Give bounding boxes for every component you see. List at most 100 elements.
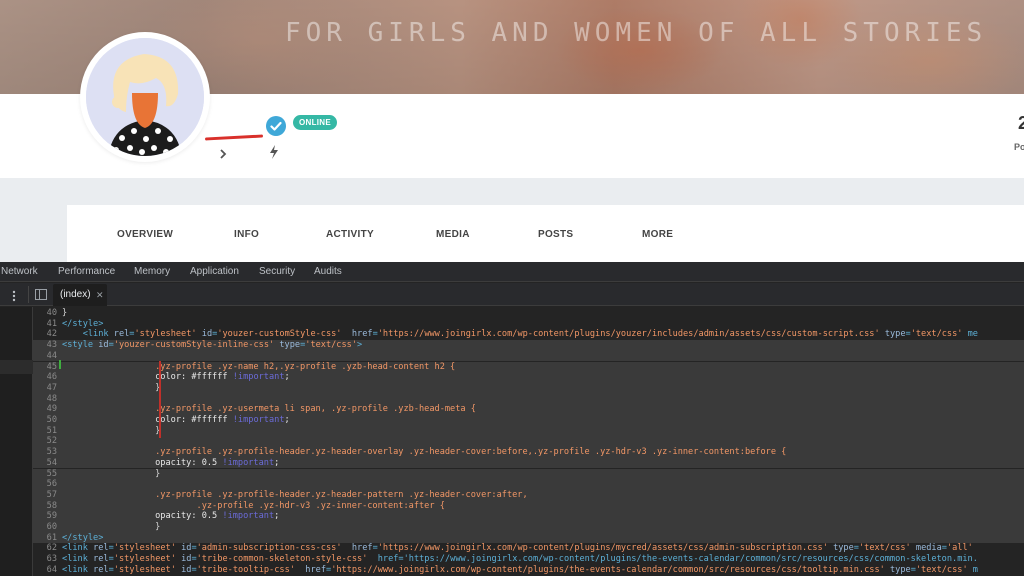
code-text: .yz-profile .yz-profile-header.yz-header…	[62, 447, 787, 458]
nav-info[interactable]: INFO	[234, 229, 259, 240]
code-line[interactable]: 58 .yz-profile .yz-hdr-v3 .yz-inner-cont…	[33, 500, 1024, 512]
open-file-label: (index)	[60, 289, 91, 300]
code-text: }	[62, 522, 161, 532]
verified-icon	[266, 116, 286, 136]
code-line[interactable]: 50 color: #ffffff !important;	[33, 415, 1024, 426]
code-text: <link rel='stylesheet' id='youzer-custom…	[62, 329, 978, 340]
code-line[interactable]: 51 }	[33, 425, 1024, 437]
close-icon[interactable]: ✕	[96, 284, 104, 306]
sidebar-selected-row[interactable]	[0, 360, 33, 374]
code-line[interactable]: 60 }	[33, 522, 1024, 533]
code-line[interactable]: 56	[33, 479, 1024, 490]
code-line[interactable]: 55 }	[33, 468, 1024, 480]
code-line[interactable]: 57 .yz-profile .yz-profile-header.yz-hea…	[33, 489, 1024, 501]
line-number: 43	[46, 340, 57, 351]
code-text: .yz-profile .yz-hdr-v3 .yz-inner-content…	[62, 500, 445, 511]
code-line[interactable]: 44	[33, 350, 1024, 362]
code-text: </style>	[62, 532, 104, 543]
code-editor[interactable]: 40} 41 </style> 42 <link rel='stylesheet' i…	[33, 307, 1024, 576]
code-text: <link rel='stylesheet' id='admin-subscri…	[62, 543, 973, 554]
line-number: 51	[46, 425, 57, 436]
nav-activity[interactable]: ACTIVITY	[326, 229, 374, 240]
sources-toolbar: (index) ✕	[0, 283, 1024, 306]
code-text: opacity: 0.5 !important;	[62, 511, 280, 522]
avatar-image	[86, 38, 204, 156]
line-number: 63	[46, 554, 57, 565]
line-number: 53	[46, 447, 57, 458]
code-line[interactable]: 59 opacity: 0.5 !important;	[33, 511, 1024, 522]
code-line[interactable]: 61 </style>	[33, 532, 1024, 544]
nav-posts[interactable]: POSTS	[538, 229, 573, 240]
line-number: 64	[46, 564, 57, 575]
line-number: 55	[46, 468, 57, 479]
nav-overview[interactable]: OVERVIEW	[117, 229, 173, 240]
stat-label: Po	[1014, 142, 1024, 152]
open-file-tab[interactable]: (index) ✕	[53, 284, 107, 306]
code-text: }	[62, 468, 161, 479]
code-line[interactable]: 54 opacity: 0.5 !important;	[33, 457, 1024, 469]
cover-tagline: FOR GIRLS AND WOMEN OF ALL STORIES	[285, 18, 988, 48]
code-line[interactable]: 48	[33, 393, 1024, 405]
code-text: </style>	[62, 318, 104, 329]
profile-navbar: OVERVIEW INFO ACTIVITY MEDIA POSTS MORE	[67, 205, 1024, 262]
devtools-tabbar: Network Performance Memory Application S…	[0, 262, 1024, 282]
tab-security[interactable]: Security	[259, 266, 295, 277]
tab-memory[interactable]: Memory	[134, 266, 170, 277]
nav-more[interactable]: MORE	[642, 229, 673, 240]
tab-network[interactable]: Network	[1, 266, 38, 277]
code-text: opacity: 0.5 !important;	[62, 457, 280, 468]
line-number: 59	[46, 511, 57, 522]
line-number: 56	[46, 479, 57, 490]
line-number: 46	[46, 372, 57, 383]
line-number: 50	[46, 415, 57, 425]
code-text: }	[62, 308, 68, 318]
line-number: 58	[46, 500, 57, 511]
nav-media[interactable]: MEDIA	[436, 229, 470, 240]
code-text: .yz-profile .yz-usermeta li span, .yz-pr…	[62, 404, 476, 415]
line-number: 61	[46, 532, 57, 543]
tab-application[interactable]: Application	[190, 266, 239, 277]
line-number: 49	[46, 404, 57, 415]
code-line[interactable]: 53 .yz-profile .yz-profile-header.yz-hea…	[33, 447, 1024, 458]
code-text: .yz-profile .yz-profile-header.yz-header…	[62, 489, 528, 500]
menu-dots-icon[interactable]	[10, 288, 18, 302]
bolt-icon	[269, 144, 279, 159]
navigator-sidebar	[0, 307, 33, 576]
code-text: <link rel='stylesheet' id='tribe-common-…	[62, 554, 978, 565]
annotation-marker	[159, 361, 161, 438]
devtools-panel: Network Performance Memory Application S…	[0, 262, 1024, 576]
code-line[interactable]: 49 .yz-profile .yz-usermeta li span, .yz…	[33, 404, 1024, 415]
line-number: 40	[46, 308, 57, 318]
code-line[interactable]: 41 </style>	[33, 319, 1024, 330]
code-line[interactable]: 52	[33, 436, 1024, 448]
code-line[interactable]: 63 <link rel='stylesheet' id='tribe-commo…	[33, 554, 1024, 565]
line-number: 54	[46, 457, 57, 468]
toolbar-divider	[28, 286, 29, 303]
code-line[interactable]: 45 .yz-profile .yz-name h2,.yz-profile .…	[33, 361, 1024, 373]
code-text: color: #ffffff !important;	[62, 372, 290, 383]
code-line[interactable]: 64 <link rel='stylesheet' id='tribe-toolt…	[33, 565, 1024, 576]
tab-performance[interactable]: Performance	[58, 266, 115, 277]
line-number: 45	[46, 361, 57, 372]
code-text: <style id='youzer-customStyle-inline-css…	[62, 340, 363, 351]
chevron-right-icon	[218, 145, 228, 159]
code-line[interactable]: 40}	[33, 308, 1024, 319]
code-text: }	[62, 425, 161, 436]
code-text: <link rel='stylesheet' id='tribe-tooltip…	[62, 564, 978, 575]
cursor-marker	[59, 360, 61, 369]
code-text: }	[62, 382, 161, 393]
code-line[interactable]: 43 <style id='youzer-customStyle-inline-c…	[33, 340, 1024, 351]
code-line[interactable]: 46 color: #ffffff !important;	[33, 372, 1024, 383]
code-line[interactable]: 62 <link rel='stylesheet' id='admin-subsc…	[33, 543, 1024, 554]
avatar[interactable]	[80, 32, 210, 162]
code-text: .yz-profile .yz-name h2,.yz-profile .yzb…	[62, 361, 456, 372]
line-number: 47	[46, 382, 57, 393]
line-number: 44	[46, 350, 57, 361]
tab-audits[interactable]: Audits	[314, 266, 342, 277]
code-text: color: #ffffff !important;	[62, 415, 290, 425]
line-number: 60	[46, 522, 57, 532]
code-line[interactable]: 42 <link rel='stylesheet' id='youzer-cus…	[33, 329, 1024, 340]
code-line[interactable]: 47 }	[33, 382, 1024, 394]
panel-toggle-icon[interactable]	[35, 289, 47, 300]
line-number: 52	[46, 436, 57, 447]
